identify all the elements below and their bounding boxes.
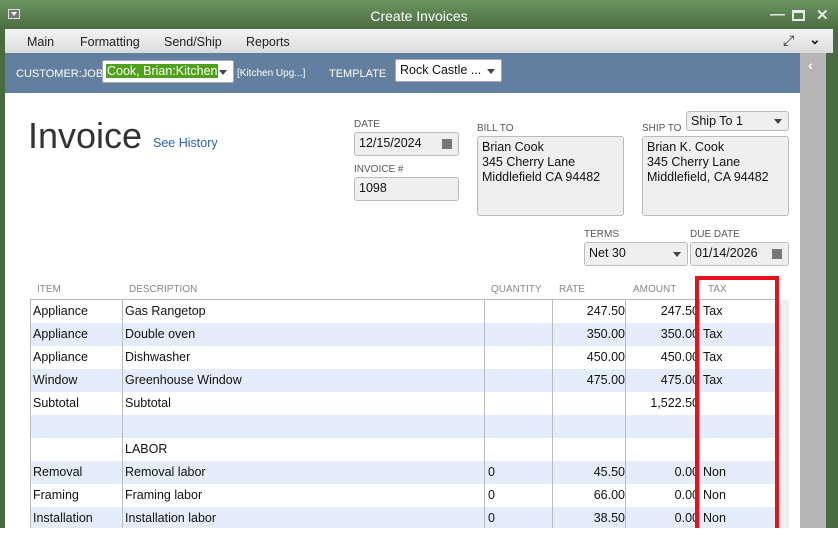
menu-send-ship[interactable]: Send/Ship [164, 35, 222, 49]
terms-label: TERMS [584, 229, 619, 240]
cell-description[interactable]: Gas Rangetop [125, 304, 206, 318]
bill-to-label: BILL TO [477, 123, 514, 134]
cell-amount[interactable]: 475.00 [661, 373, 699, 387]
cell-amount[interactable]: 450.00 [661, 350, 699, 364]
cell-amount[interactable]: 1,522.50 [650, 396, 699, 410]
menu-formatting[interactable]: Formatting [80, 35, 140, 49]
chevron-down-icon[interactable]: ⌄ [809, 31, 821, 48]
cell-amount[interactable]: 247.50 [661, 304, 699, 318]
cell-description[interactable]: Dishwasher [125, 350, 190, 364]
cell-quantity[interactable]: 0 [488, 488, 495, 502]
customer-bar: CUSTOMER:JOB Cook, Brian:Kitchen [Kitche… [5, 53, 800, 93]
due-date-label: DUE DATE [690, 229, 740, 240]
table-row[interactable]: Subtotal Subtotal 1,522.50 [30, 392, 776, 415]
chevron-down-icon [774, 119, 782, 128]
torn-edge [0, 528, 838, 548]
customer-job-select[interactable]: Cook, Brian:Kitchen [102, 60, 234, 83]
table-row[interactable]: Appliance Gas Rangetop 247.50 247.50 Tax [30, 300, 776, 323]
chevron-left-icon[interactable]: ‹ [808, 57, 813, 73]
header-description[interactable]: DESCRIPTION [129, 280, 197, 298]
close-icon[interactable]: ✕ [816, 6, 829, 24]
table-row[interactable] [30, 415, 776, 438]
cell-item[interactable]: Removal [33, 465, 82, 479]
header-item[interactable]: ITEM [37, 280, 61, 298]
menu-main[interactable]: Main [27, 35, 54, 49]
chevron-down-icon [487, 69, 495, 78]
column-divider [484, 300, 485, 540]
table-row[interactable]: Appliance Dishwasher 450.00 450.00 Tax [30, 346, 776, 369]
cell-description[interactable]: LABOR [125, 442, 167, 456]
column-divider [625, 300, 626, 540]
cell-description[interactable]: Framing labor [125, 488, 202, 502]
bill-to-field[interactable]: Brian Cook 345 Cherry Lane Middlefield CA … [477, 136, 624, 216]
column-divider [30, 300, 31, 540]
window-title: Create Invoices [370, 8, 468, 24]
page-title: Invoice [28, 115, 143, 156]
chevron-down-icon [219, 70, 227, 79]
ship-to-select[interactable]: Ship To 1 [686, 111, 789, 131]
table-row[interactable]: Window Greenhouse Window 475.00 475.00 Tax [30, 369, 776, 392]
invoice-number-label: INVOICE # [354, 164, 404, 175]
table-row[interactable]: Framing Framing labor 0 66.00 0.00 Non [30, 484, 776, 507]
cell-quantity[interactable]: 0 [488, 465, 495, 479]
cell-item[interactable]: Installation [33, 511, 93, 525]
cell-item[interactable]: Framing [33, 488, 79, 502]
cell-description[interactable]: Subtotal [125, 396, 171, 410]
header-amount[interactable]: AMOUNT [633, 280, 676, 298]
menu-reports[interactable]: Reports [246, 35, 290, 49]
cell-rate[interactable]: 38.50 [594, 511, 625, 525]
column-divider [552, 300, 553, 540]
calendar-icon[interactable] [772, 249, 782, 259]
cell-description[interactable]: Removal labor [125, 465, 206, 479]
tax-column-highlight [695, 276, 779, 537]
history-panel-toggle[interactable]: ‹ [800, 53, 826, 533]
ship-to-label: SHIP TO [642, 123, 682, 134]
date-label: DATE [354, 119, 380, 130]
column-divider [122, 300, 123, 540]
table-row[interactable]: Installation Installation labor 0 38.50 0.00… [30, 507, 776, 530]
invoice-number-field[interactable]: 1098 [354, 177, 459, 201]
cell-amount[interactable]: 350.00 [661, 327, 699, 341]
ship-to-field[interactable]: Brian K. Cook 345 Cherry Lane Middlefield,… [642, 136, 789, 216]
customer-job-label: CUSTOMER:JOB [16, 68, 104, 80]
cell-rate[interactable]: 66.00 [594, 488, 625, 502]
cell-quantity[interactable]: 0 [488, 511, 495, 525]
expand-icon[interactable]: ⤢ [783, 32, 794, 49]
cell-rate[interactable]: 45.50 [594, 465, 625, 479]
cell-rate[interactable]: 450.00 [587, 350, 625, 364]
calendar-icon[interactable] [442, 139, 452, 149]
table-row[interactable]: Removal Removal labor 0 45.50 0.00 Non [30, 461, 776, 484]
due-date-field[interactable]: 01/14/2026 [690, 242, 789, 266]
title-bar: Create Invoices — ✕ [0, 0, 838, 31]
see-history-link[interactable]: See History [153, 136, 218, 150]
date-field[interactable]: 12/15/2024 [354, 132, 459, 156]
cell-rate[interactable]: 247.50 [587, 304, 625, 318]
cell-item[interactable]: Window [33, 373, 77, 387]
cell-description[interactable]: Double oven [125, 327, 195, 341]
cell-item[interactable]: Appliance [33, 327, 88, 341]
table-row[interactable]: LABOR [30, 438, 776, 461]
header-quantity[interactable]: QUANTITY [491, 280, 542, 298]
cell-rate[interactable]: 350.00 [587, 327, 625, 341]
minimize-icon[interactable]: — [770, 6, 785, 23]
header-rate[interactable]: RATE [559, 280, 585, 298]
cell-description[interactable]: Greenhouse Window [125, 373, 242, 387]
cell-item[interactable]: Subtotal [33, 396, 79, 410]
job-note: [Kitchen Upg...] [237, 68, 306, 79]
menu-bar: Main Formatting Send/Ship Reports ⤢ ⌄ [5, 29, 833, 53]
template-label: TEMPLATE [329, 68, 387, 80]
chevron-down-icon [673, 252, 681, 261]
template-select[interactable]: Rock Castle ... [395, 59, 502, 82]
terms-select[interactable]: Net 30 [584, 242, 688, 266]
cell-item[interactable]: Appliance [33, 304, 88, 318]
cell-item[interactable]: Appliance [33, 350, 88, 364]
cell-rate[interactable]: 475.00 [587, 373, 625, 387]
table-row[interactable]: Appliance Double oven 350.00 350.00 Tax [30, 323, 776, 346]
cell-description[interactable]: Installation labor [125, 511, 216, 525]
